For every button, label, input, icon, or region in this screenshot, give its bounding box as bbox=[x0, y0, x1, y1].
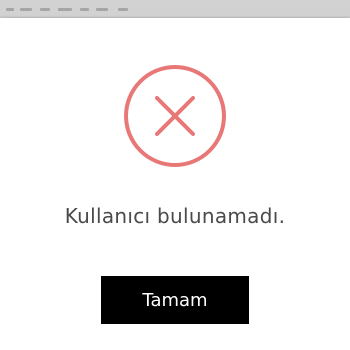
alert-message: Kullanıcı bulunamadı. bbox=[64, 204, 286, 228]
background-text-fragment bbox=[80, 8, 89, 11]
error-x-circle-icon bbox=[124, 65, 226, 167]
background-text-fragment bbox=[118, 8, 128, 11]
background-text-fragment bbox=[20, 8, 32, 11]
background-text-fragment bbox=[96, 8, 108, 11]
background-text-fragment bbox=[58, 8, 72, 11]
ok-button[interactable]: Tamam bbox=[101, 276, 249, 324]
background-text-fragment bbox=[40, 8, 50, 11]
background-text-fragment bbox=[6, 8, 14, 11]
alert-dialog: Kullanıcı bulunamadı. Tamam bbox=[0, 18, 350, 350]
background-window-strip bbox=[0, 0, 350, 18]
